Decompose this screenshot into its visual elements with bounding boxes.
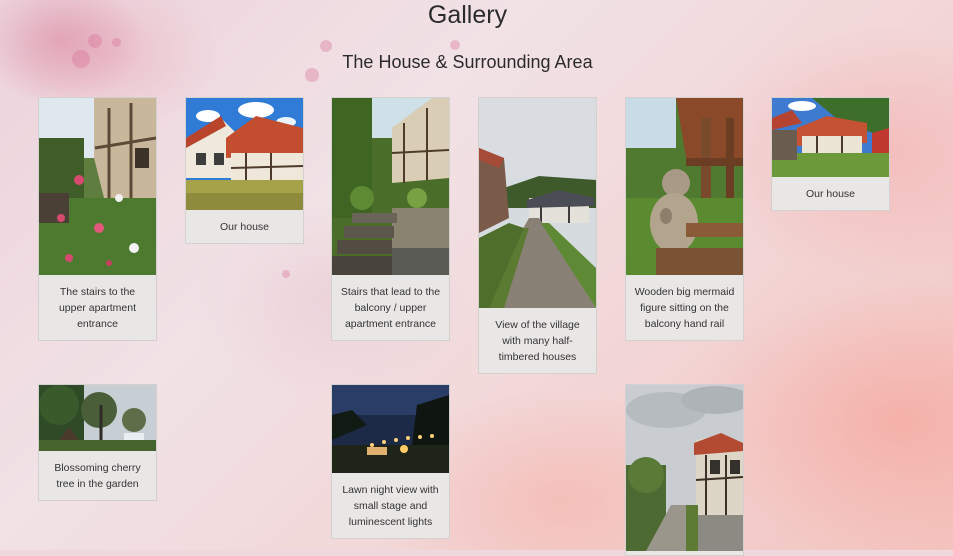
gallery-caption: The stairs to the upper apartment entran…: [58, 286, 137, 330]
background-bubble: [282, 270, 290, 278]
gallery-card[interactable]: Wooden big mermaid figure sitting on the…: [625, 97, 744, 341]
gallery-photo[interactable]: [332, 385, 449, 473]
gallery-card[interactable]: Lawn night view with small stage and lum…: [331, 384, 450, 539]
page-subtitle: The House & Surrounding Area: [342, 52, 593, 72]
gallery-photo[interactable]: [332, 98, 449, 275]
gallery-caption: Our house: [219, 221, 270, 233]
gallery-photo[interactable]: [626, 98, 743, 275]
gallery-card[interactable]: [625, 384, 744, 556]
gallery-photo[interactable]: [626, 385, 743, 551]
gallery-photo[interactable]: [772, 98, 889, 177]
gallery-caption: Our house: [805, 188, 856, 200]
gallery-card[interactable]: The stairs to the upper apartment entran…: [38, 97, 157, 341]
page-title: Gallery: [427, 1, 508, 29]
gallery-photo[interactable]: [39, 98, 156, 275]
gallery-caption: Wooden big mermaid figure sitting on the…: [634, 286, 735, 330]
gallery-card[interactable]: Stairs that lead to the balcony / upper …: [331, 97, 450, 341]
gallery-photo[interactable]: [186, 98, 303, 210]
gallery-caption: View of the village with many half-timbe…: [495, 319, 580, 363]
gallery-caption: Stairs that lead to the balcony / upper …: [340, 286, 441, 330]
background-bubble: [88, 34, 102, 48]
gallery-card[interactable]: View of the village with many half-timbe…: [478, 97, 597, 374]
gallery-photo[interactable]: [479, 98, 596, 308]
gallery-card[interactable]: Blossoming cherry tree in the garden: [38, 384, 157, 501]
gallery-card[interactable]: Our house: [771, 97, 890, 211]
background-bubble: [450, 40, 460, 50]
gallery-caption: Blossoming cherry tree in the garden: [54, 462, 141, 490]
background-bubble: [112, 38, 121, 47]
gallery-photo[interactable]: [39, 385, 156, 451]
gallery-card[interactable]: Our house: [185, 97, 304, 244]
gallery-caption: Lawn night view with small stage and lum…: [342, 484, 439, 528]
